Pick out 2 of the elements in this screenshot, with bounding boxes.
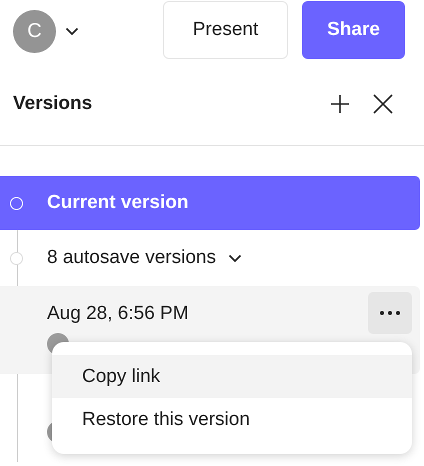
panel-title: Versions (13, 92, 94, 114)
version-date: Aug 28, 6:56 PM (47, 303, 189, 325)
